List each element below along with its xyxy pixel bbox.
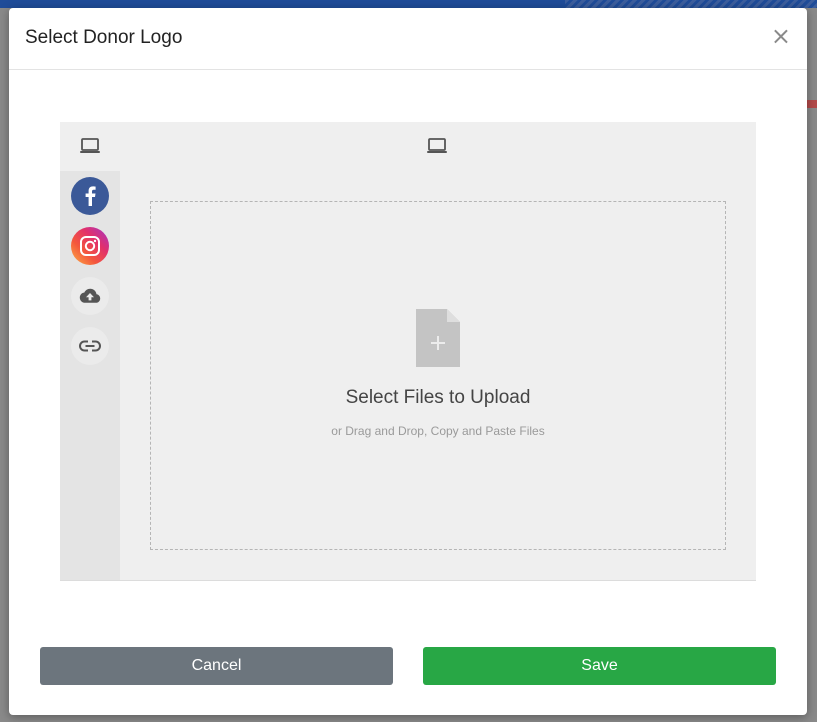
select-logo-modal: Select Donor Logo × Select Files to Uplo… bbox=[9, 8, 807, 715]
picker-header bbox=[60, 122, 756, 171]
source-facebook[interactable] bbox=[71, 177, 109, 215]
laptop-icon bbox=[80, 138, 100, 153]
save-button[interactable]: Save bbox=[423, 647, 776, 685]
facebook-icon bbox=[85, 186, 96, 206]
sidebar-local-tab[interactable] bbox=[60, 122, 120, 171]
laptop-icon bbox=[427, 138, 447, 153]
background-accent bbox=[807, 100, 817, 108]
instagram-icon bbox=[80, 236, 100, 256]
source-link[interactable] bbox=[71, 327, 109, 365]
close-button[interactable]: × bbox=[771, 24, 791, 48]
file-add-icon bbox=[416, 309, 460, 367]
file-picker: Select Files to Upload or Drag and Drop,… bbox=[60, 122, 756, 581]
link-icon bbox=[78, 340, 102, 352]
modal-title: Select Donor Logo bbox=[25, 27, 183, 48]
source-cloud-upload[interactable] bbox=[71, 277, 109, 315]
drop-zone[interactable]: Select Files to Upload or Drag and Drop,… bbox=[150, 201, 726, 550]
modal-header: Select Donor Logo × bbox=[9, 8, 807, 70]
background-stripes bbox=[565, 0, 817, 8]
drop-zone-subtitle: or Drag and Drop, Copy and Paste Files bbox=[331, 424, 545, 438]
source-sidebar bbox=[60, 122, 120, 580]
cancel-button[interactable]: Cancel bbox=[40, 647, 393, 685]
cloud-upload-icon bbox=[79, 288, 101, 303]
source-instagram[interactable] bbox=[71, 227, 109, 265]
drop-zone-title[interactable]: Select Files to Upload bbox=[151, 387, 725, 409]
